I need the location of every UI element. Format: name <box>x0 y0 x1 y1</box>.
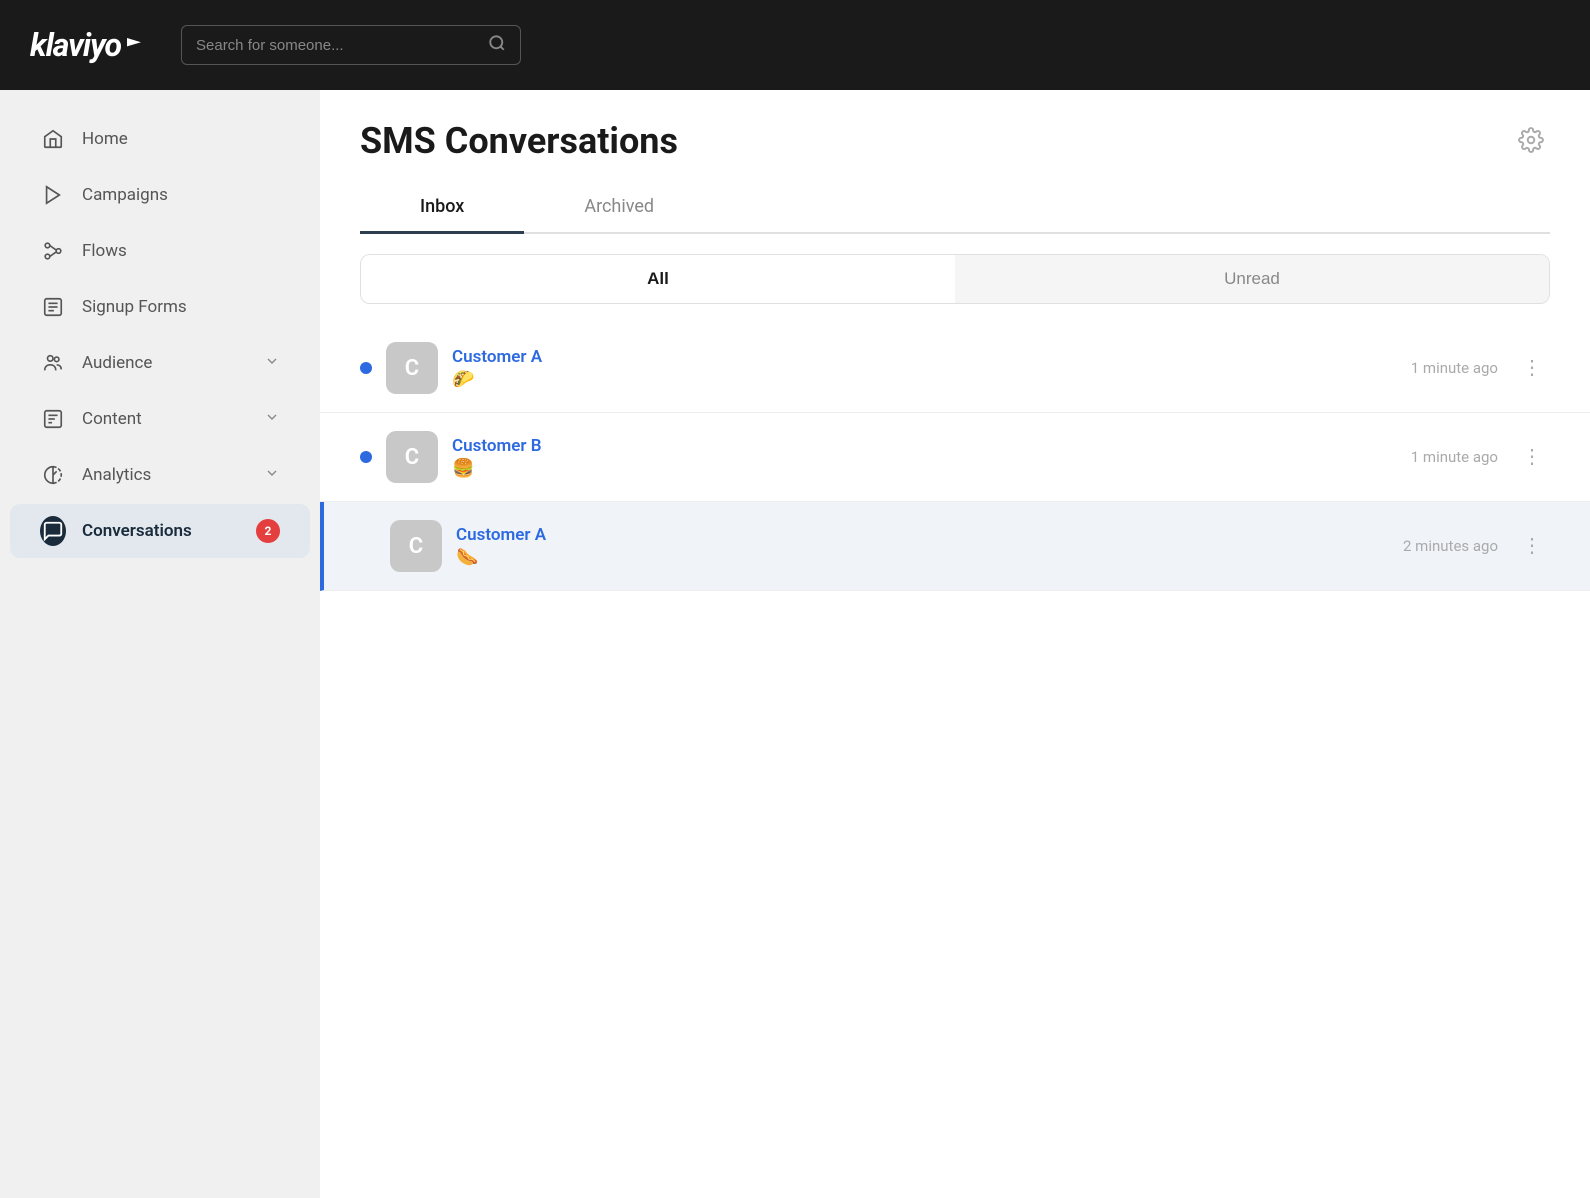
message-preview: 🍔 <box>452 458 1397 479</box>
sidebar: Home Campaigns Flows <box>0 90 320 1198</box>
sidebar-item-audience[interactable]: Audience <box>10 336 310 390</box>
conversation-item-selected[interactable]: C Customer A 🌭 2 minutes ago ⋮ <box>320 502 1590 591</box>
unread-dot <box>360 451 372 463</box>
conversation-list: C Customer A 🌮 1 minute ago ⋮ C Cust <box>320 324 1590 1198</box>
sidebar-label-home: Home <box>82 129 128 149</box>
sidebar-label-flows: Flows <box>82 241 127 261</box>
logo-flag <box>127 38 141 52</box>
avatar: C <box>390 520 442 572</box>
avatar: C <box>386 431 438 483</box>
audience-icon <box>40 350 66 376</box>
tab-archived[interactable]: Archived <box>524 182 714 234</box>
sidebar-item-campaigns[interactable]: Campaigns <box>10 168 310 222</box>
search-input[interactable] <box>196 37 480 54</box>
more-options-button[interactable]: ⋮ <box>1514 532 1550 560</box>
signup-forms-icon <box>40 294 66 320</box>
conversations-badge: 2 <box>256 519 280 543</box>
settings-button[interactable] <box>1512 121 1550 162</box>
campaigns-icon <box>40 182 66 208</box>
conversation-time: 1 minute ago <box>1411 359 1498 377</box>
sidebar-label-analytics: Analytics <box>82 465 151 485</box>
content-icon <box>40 406 66 432</box>
customer-name: Customer A <box>456 525 1389 545</box>
message-preview: 🌮 <box>452 369 1397 390</box>
conversation-item[interactable]: C Customer B 🍔 1 minute ago ⋮ <box>320 413 1590 502</box>
logo: klaviyo <box>30 26 141 64</box>
message-preview: 🌭 <box>456 547 1389 568</box>
filter-bar: All Unread <box>360 254 1550 304</box>
conversation-info: Customer A 🌮 <box>452 347 1397 390</box>
no-dot <box>364 540 376 552</box>
more-options-button[interactable]: ⋮ <box>1514 354 1550 382</box>
sidebar-label-content: Content <box>82 409 142 429</box>
conversation-time: 1 minute ago <box>1411 448 1498 466</box>
customer-name: Customer A <box>452 347 1397 367</box>
tab-inbox[interactable]: Inbox <box>360 182 524 234</box>
filter-all-button[interactable]: All <box>361 255 955 303</box>
flows-icon <box>40 238 66 264</box>
filter-unread-button[interactable]: Unread <box>955 255 1549 303</box>
home-icon <box>40 126 66 152</box>
conversation-item[interactable]: C Customer A 🌮 1 minute ago ⋮ <box>320 324 1590 413</box>
content-area: SMS Conversations Inbox Archived All Unr… <box>320 90 1590 1198</box>
sidebar-item-home[interactable]: Home <box>10 112 310 166</box>
sidebar-item-flows[interactable]: Flows <box>10 224 310 278</box>
customer-name: Customer B <box>452 436 1397 456</box>
conversation-meta: 1 minute ago ⋮ <box>1411 354 1550 382</box>
sidebar-label-campaigns: Campaigns <box>82 185 168 205</box>
tabs: Inbox Archived <box>360 182 1550 234</box>
sidebar-item-conversations[interactable]: Conversations 2 <box>10 504 310 558</box>
conversation-meta: 1 minute ago ⋮ <box>1411 443 1550 471</box>
page-title: SMS Conversations <box>360 120 678 162</box>
sidebar-item-analytics[interactable]: Analytics <box>10 448 310 502</box>
sidebar-label-conversations: Conversations <box>82 521 192 541</box>
conversation-time: 2 minutes ago <box>1403 537 1498 555</box>
sidebar-item-content[interactable]: Content <box>10 392 310 446</box>
analytics-icon <box>40 462 66 488</box>
chevron-down-icon <box>264 353 280 374</box>
chevron-down-icon-3 <box>264 465 280 486</box>
sidebar-label-audience: Audience <box>82 353 152 373</box>
main-layout: Home Campaigns Flows <box>0 90 1590 1198</box>
conversations-icon <box>40 518 66 544</box>
page-header: SMS Conversations <box>320 90 1590 182</box>
more-options-button[interactable]: ⋮ <box>1514 443 1550 471</box>
sidebar-item-signup-forms[interactable]: Signup Forms <box>10 280 310 334</box>
search-icon <box>488 34 506 56</box>
search-bar <box>181 25 521 65</box>
unread-dot <box>360 362 372 374</box>
header: klaviyo <box>0 0 1590 90</box>
chevron-down-icon-2 <box>264 409 280 430</box>
conversation-info: Customer B 🍔 <box>452 436 1397 479</box>
avatar: C <box>386 342 438 394</box>
conversation-meta: 2 minutes ago ⋮ <box>1403 532 1550 560</box>
conversation-info: Customer A 🌭 <box>456 525 1389 568</box>
sidebar-label-signup-forms: Signup Forms <box>82 297 187 317</box>
